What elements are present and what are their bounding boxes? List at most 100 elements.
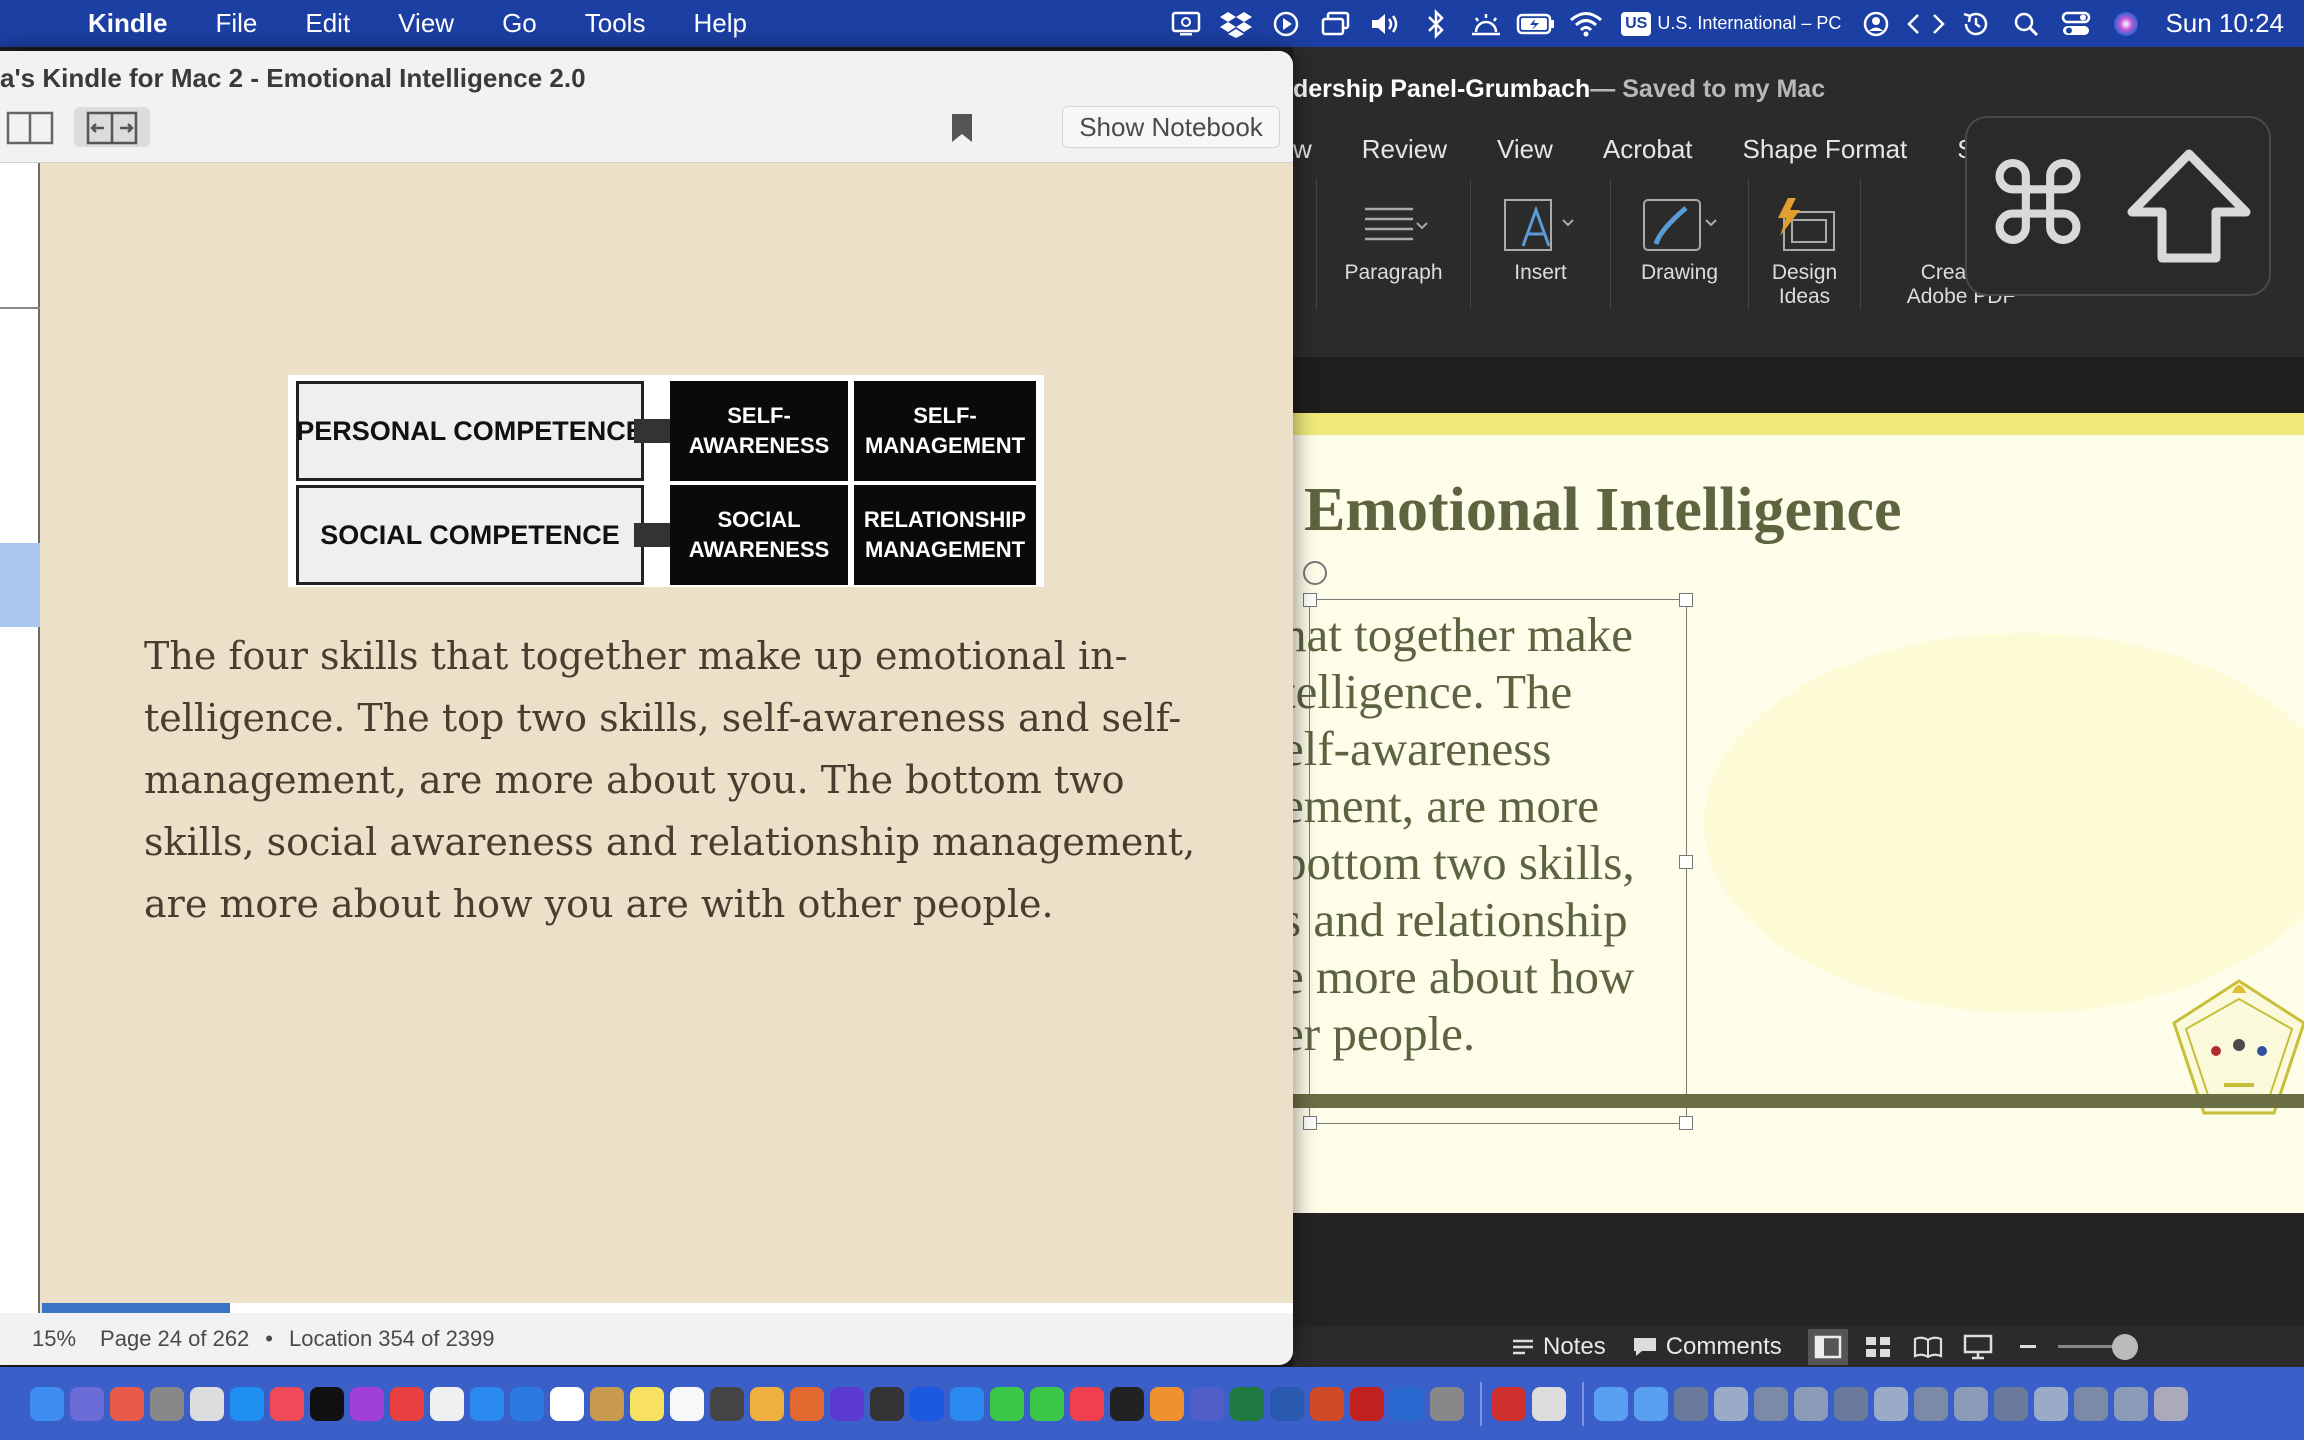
safari-icon[interactable] (470, 1386, 504, 1421)
screen-share-icon[interactable] (1166, 0, 1206, 47)
apple-tv-icon[interactable] (310, 1386, 344, 1421)
minimized-window-icon[interactable] (1794, 1386, 1828, 1421)
drive-icon[interactable] (1532, 1386, 1566, 1421)
resize-handle[interactable] (1679, 855, 1693, 869)
menu-app-kindle[interactable]: Kindle (64, 8, 191, 39)
minimized-window-icon[interactable] (2034, 1386, 2068, 1421)
minimized-window-icon[interactable] (1834, 1386, 1868, 1421)
notes-button[interactable]: Notes (1511, 1333, 1606, 1361)
podcasts-icon[interactable] (350, 1386, 384, 1421)
ribbon-drawing-button[interactable]: Drawing (1611, 179, 1749, 309)
tab-acrobat[interactable]: Acrobat (1603, 134, 1693, 165)
facetime-icon[interactable] (950, 1386, 984, 1421)
comments-button[interactable]: Comments (1632, 1333, 1782, 1361)
utility-icon[interactable] (1430, 1386, 1464, 1421)
minimized-window-icon[interactable] (1994, 1386, 2028, 1421)
kindle-left-panel[interactable] (0, 163, 40, 1363)
documents-folder-icon[interactable] (1634, 1386, 1668, 1421)
minimized-window-icon[interactable] (1954, 1386, 1988, 1421)
code-brackets-icon[interactable] (1906, 0, 1946, 47)
ppt-slide[interactable]: Emotional Intelligence hat together make… (1293, 413, 2304, 1213)
full-width-view-icon[interactable] (74, 107, 150, 147)
zoom-icon[interactable] (910, 1386, 944, 1421)
tab-view[interactable]: View (1497, 134, 1553, 165)
firefox-icon[interactable] (790, 1386, 824, 1421)
slide-body-text[interactable]: hat together make telligence. The elf-aw… (1293, 606, 1702, 1062)
play-icon[interactable] (1266, 0, 1306, 47)
battery-icon[interactable] (1516, 0, 1556, 47)
tab-partial[interactable]: w (1293, 134, 1312, 165)
notes-app-icon[interactable] (630, 1386, 664, 1421)
siri-icon[interactable] (2106, 0, 2146, 47)
normal-view-icon[interactable] (1807, 1329, 1848, 1365)
applications-folder-icon[interactable] (1594, 1386, 1628, 1421)
minimized-window-icon[interactable] (2114, 1386, 2148, 1421)
contacts-icon[interactable] (590, 1386, 624, 1421)
popcorn-icon[interactable] (390, 1386, 424, 1421)
acrobat-icon[interactable] (1350, 1386, 1384, 1421)
book-body-text[interactable]: The four skills that together make up em… (144, 625, 1224, 935)
slide-selected-textbox[interactable]: hat together make telligence. The elf-aw… (1293, 593, 1693, 1130)
show-notebook-button[interactable]: Show Notebook (1062, 106, 1280, 148)
photos-icon[interactable] (750, 1386, 784, 1421)
reading-progress-bar[interactable] (42, 1303, 1293, 1313)
keyboard-layout-menu[interactable]: US U.S. International – PC (1621, 11, 1841, 36)
resize-handle[interactable] (1303, 1116, 1317, 1130)
window-icon[interactable] (1316, 0, 1356, 47)
chrome-icon[interactable] (430, 1386, 464, 1421)
menu-go[interactable]: Go (478, 8, 561, 39)
music-icon[interactable] (270, 1386, 304, 1421)
ribbon-design-ideas-button[interactable]: Design Ideas (1749, 179, 1861, 309)
minimized-window-icon[interactable] (1914, 1386, 1948, 1421)
slide-title[interactable]: Emotional Intelligence (1304, 475, 1902, 546)
menu-file[interactable]: File (191, 8, 281, 39)
minimized-window-icon[interactable] (1714, 1386, 1748, 1421)
facetime-video-icon[interactable] (1030, 1386, 1064, 1421)
trash-icon[interactable] (2154, 1386, 2188, 1421)
user-icon[interactable] (1856, 0, 1896, 47)
launchpad-icon[interactable] (110, 1386, 144, 1421)
slide-sorter-icon[interactable] (1858, 1329, 1898, 1365)
news-icon[interactable] (1070, 1386, 1104, 1421)
reading-view-icon[interactable] (1908, 1329, 1948, 1365)
spotlight-search-icon[interactable] (2006, 0, 2046, 47)
time-machine-icon[interactable] (1956, 0, 1996, 47)
quicktime-icon[interactable] (1390, 1386, 1424, 1421)
zoom-out-icon[interactable] (2008, 1329, 2048, 1365)
zoom-slider[interactable] (2057, 1332, 2138, 1362)
excel-icon[interactable] (1230, 1386, 1264, 1421)
teams-icon[interactable] (1190, 1386, 1224, 1421)
slideshow-icon[interactable] (1958, 1329, 1998, 1365)
bluetooth-icon[interactable] (1416, 0, 1456, 47)
kindle-app-icon[interactable] (1110, 1386, 1144, 1421)
powerpoint-icon[interactable] (1310, 1386, 1344, 1421)
resize-handle[interactable] (1303, 593, 1317, 607)
calendar-icon[interactable] (550, 1386, 584, 1421)
volume-icon[interactable] (1366, 0, 1406, 47)
photo-booth-icon[interactable] (710, 1386, 744, 1421)
tab-shape-format[interactable]: Shape Format (1743, 134, 1908, 165)
dropbox-icon[interactable] (1216, 0, 1256, 47)
garageband-icon[interactable] (870, 1386, 904, 1421)
ribbon-paragraph-button[interactable]: Paragraph (1317, 179, 1471, 309)
minimized-window-icon[interactable] (1874, 1386, 1908, 1421)
minimized-window-icon[interactable] (1754, 1386, 1788, 1421)
resize-handle[interactable] (1679, 1116, 1693, 1130)
pdf-file-icon[interactable] (1492, 1386, 1526, 1421)
wifi-icon[interactable] (1566, 0, 1606, 47)
books-icon[interactable] (1150, 1386, 1184, 1421)
minimized-window-icon[interactable] (2074, 1386, 2108, 1421)
calculator-icon[interactable] (190, 1386, 224, 1421)
sunrise-icon[interactable] (1466, 0, 1506, 47)
zoom-slider-thumb[interactable] (2111, 1334, 2138, 1360)
minimized-window-icon[interactable] (1674, 1386, 1708, 1421)
control-center-icon[interactable] (2056, 0, 2096, 47)
app-store-icon[interactable] (230, 1386, 264, 1421)
location-info[interactable]: Location 354 of 2399 (289, 1326, 495, 1352)
finder-icon[interactable] (30, 1386, 64, 1421)
menu-tools[interactable]: Tools (561, 8, 670, 39)
menu-view[interactable]: View (374, 8, 478, 39)
two-column-view-icon[interactable] (0, 107, 56, 147)
page-info[interactable]: Page 24 of 262 (100, 1326, 249, 1352)
menubar-clock[interactable]: Sun 10:24 (2151, 8, 2304, 39)
